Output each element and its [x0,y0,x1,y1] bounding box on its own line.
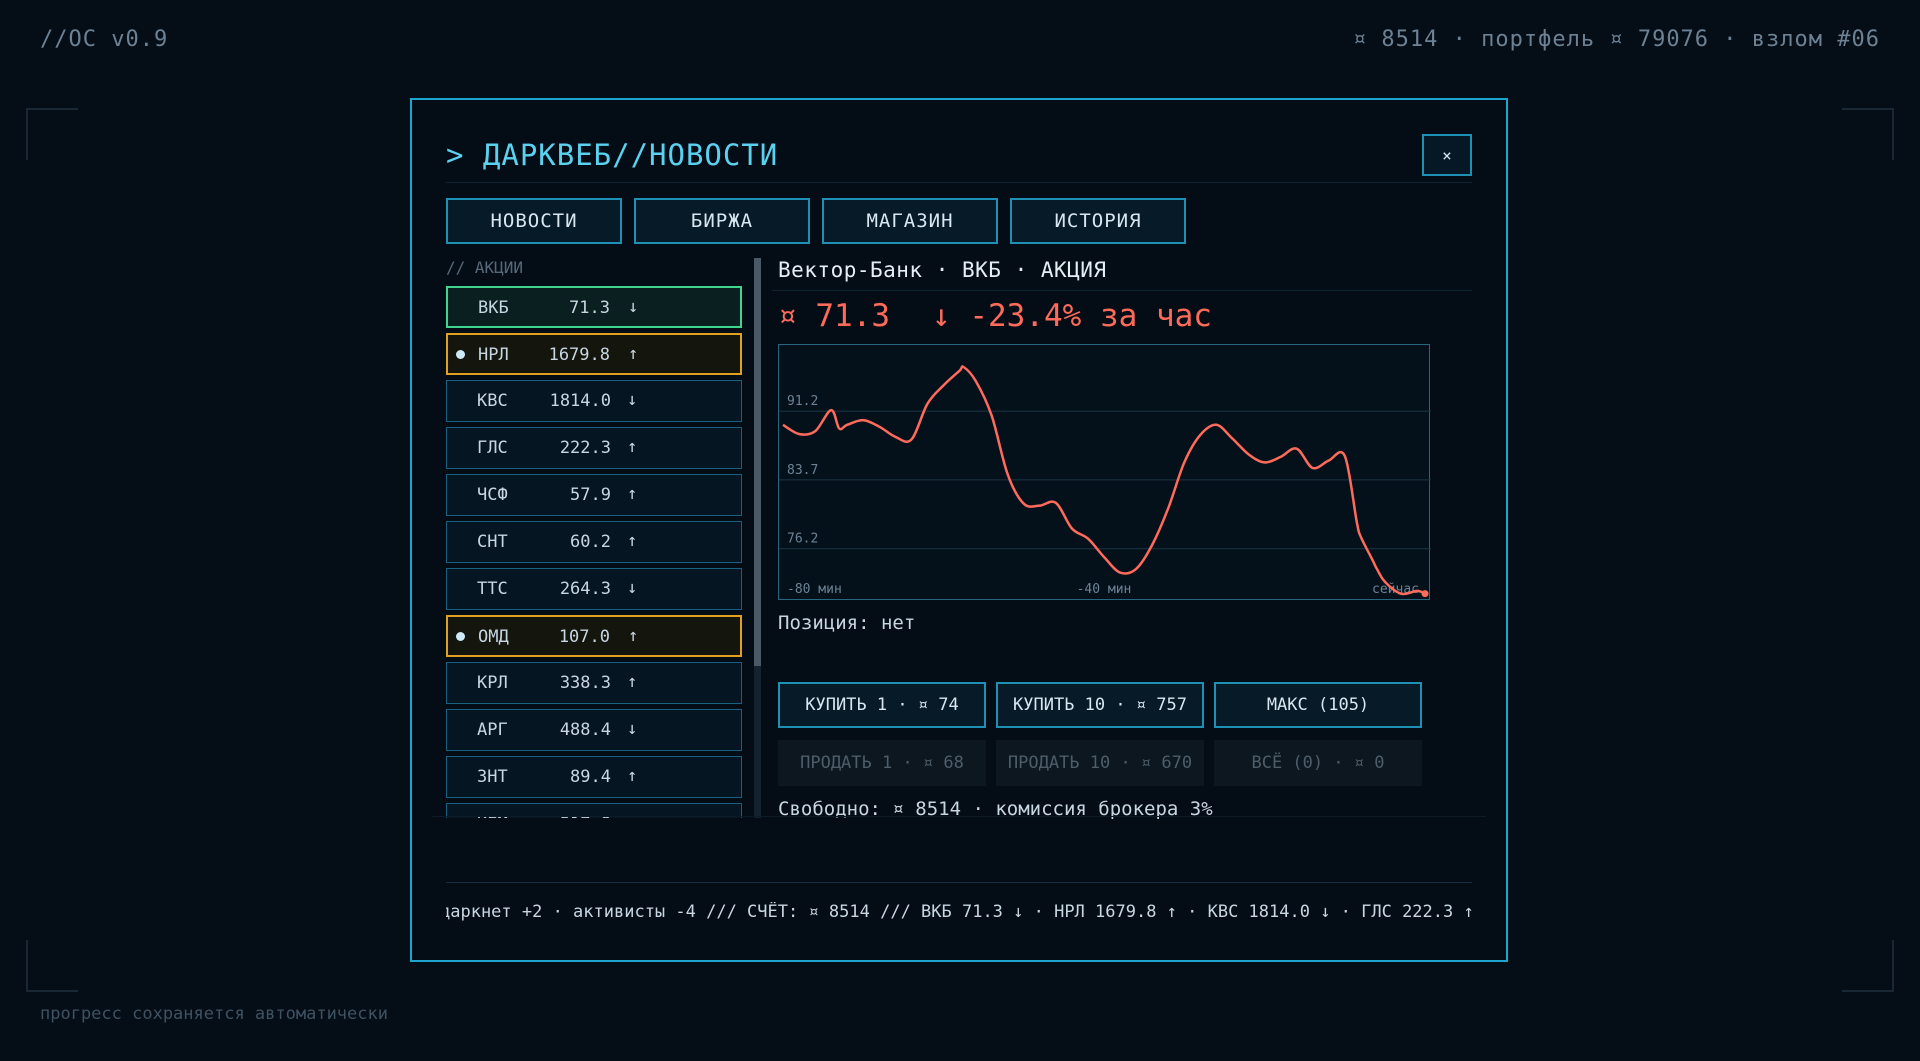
stock-row[interactable]: ГЛС 222.3 ↑ [446,427,742,469]
trend-arrow-icon: ↑ [627,672,638,692]
stock-ticker: ЗНТ [477,767,508,787]
stocks-header: // АКЦИИ [446,258,524,277]
position-text: Позиция: нет [778,612,916,634]
modal-title: > ДАРКВЕБ//НОВОСТИ [446,138,779,172]
stock-ticker: КРЛ [477,673,508,693]
trend-arrow-icon: ↓ [627,578,638,598]
sell-1-button[interactable]: ПРОДАТЬ 1 · ¤ 68 [778,740,986,786]
stock-price: ¤ 71.3 [778,298,890,334]
stock-row-price: 89.4 [570,767,611,787]
stock-row[interactable]: НРЛ 1679.8 ↑ [446,333,742,375]
tab-exchange[interactable]: БИРЖА [634,198,810,244]
panel-divider [432,816,1486,817]
stock-name: Вектор-Банк · ВКБ · АКЦИЯ [778,258,1107,282]
stock-ticker: ОМД [478,627,509,647]
stock-ticker: ЧСФ [477,485,508,505]
stock-ticker: КВС [477,391,508,411]
bg-corner-br [1842,940,1894,992]
trend-arrow-icon: ↓ [627,390,638,410]
stock-row-price: 338.3 [559,673,611,693]
stock-row[interactable]: ЗНТ 89.4 ↑ [446,756,742,798]
ticker-divider [446,882,1472,883]
x-tick-label: -80 мин [787,582,842,597]
bg-corner-tr [1842,108,1894,160]
stock-row[interactable]: ТТС 264.3 ↓ [446,568,742,610]
stock-row[interactable]: АРГ 488.4 ↓ [446,709,742,751]
status-bar: ¤ 8514 · портфель ¤ 79076 · взлом #06 [1352,27,1880,52]
detail-divider [772,290,1472,291]
trend-arrow-icon: ↓ [628,297,639,317]
stock-row-price: 107.0 [558,627,610,647]
stock-row[interactable]: КВС 1814.0 ↓ [446,380,742,422]
stock-change: ↓ -23.4% за час [932,298,1212,334]
stock-row-price: 222.3 [559,438,611,458]
tab-bar: НОВОСТИ БИРЖА МАГАЗИН ИСТОРИЯ [446,198,1186,244]
stock-row-price: 71.3 [569,298,610,318]
y-tick-label: 76.2 [787,532,818,547]
stock-ticker: ТТС [477,579,508,599]
title-divider [446,182,1472,183]
buy-max-button[interactable]: МАКС (105) [1214,682,1422,728]
trend-arrow-icon: ↑ [628,626,639,646]
bg-corner-bl [26,940,78,992]
held-dot-icon [456,632,465,641]
stock-ticker: СНТ [477,532,508,552]
news-ticker-text: даркнет +2 · активисты -4 /// СЧЁТ: ¤ 85… [446,902,1474,922]
sell-all-button[interactable]: ВСЁ (0) · ¤ 0 [1214,740,1422,786]
stock-ticker: ГЛС [477,438,508,458]
held-dot-icon [456,350,465,359]
stock-row-price: 57.9 [570,485,611,505]
buy-1-button[interactable]: КУПИТЬ 1 · ¤ 74 [778,682,986,728]
x-tick-label: сейчас [1372,582,1419,597]
stock-row-price: 264.3 [559,579,611,599]
close-button[interactable]: × [1422,134,1472,176]
buy-10-button[interactable]: КУПИТЬ 10 · ¤ 757 [996,682,1204,728]
trend-arrow-icon: ↑ [627,531,638,551]
trend-arrow-icon: ↑ [627,437,638,457]
stock-row[interactable]: ЧСФ 57.9 ↑ [446,474,742,516]
stock-row[interactable]: ОМД 107.0 ↑ [446,615,742,657]
autosave-note: прогресс сохраняется автоматически [40,1004,388,1024]
tab-news[interactable]: НОВОСТИ [446,198,622,244]
stock-row-price: 1679.8 [548,345,610,365]
stock-row-price: 1814.0 [549,391,611,411]
tab-history[interactable]: ИСТОРИЯ [1010,198,1186,244]
darkweb-modal: > ДАРКВЕБ//НОВОСТИ × НОВОСТИ БИРЖА МАГАЗ… [410,98,1508,962]
news-ticker: даркнет +2 · активисты -4 /// СЧЁТ: ¤ 85… [446,902,1476,928]
trend-arrow-icon: ↑ [627,484,638,504]
stock-row-price: 488.4 [559,720,611,740]
sell-10-button[interactable]: ПРОДАТЬ 10 · ¤ 670 [996,740,1204,786]
stock-list-scrollbar[interactable] [754,258,761,818]
stock-row[interactable]: СНТ 60.2 ↑ [446,521,742,563]
os-label: //ОС v0.9 [40,27,169,52]
stock-ticker: НРЛ [478,345,509,365]
x-tick-label: -40 мин [1077,582,1132,597]
stock-ticker: АРГ [477,720,508,740]
stock-list: ВКБ 71.3 ↓ НРЛ 1679.8 ↑ КВС 1814.0 ↓ ГЛС 222.3 ↑ ЧСФ… [446,286,742,818]
stock-ticker: ВКБ [478,298,509,318]
price-chart-svg: 91.2 83.7 76.2 -80 мин -40 мин сейчас [779,365,1431,598]
stock-row-price: 60.2 [570,532,611,552]
trend-arrow-icon: ↑ [628,344,639,364]
scrollbar-thumb[interactable] [754,258,761,666]
stock-row[interactable]: ВКБ 71.3 ↓ [446,286,742,328]
bg-corner-tl [26,108,78,160]
y-tick-label: 91.2 [787,394,818,409]
trend-arrow-icon: ↑ [627,766,638,786]
y-tick-label: 83.7 [787,463,818,478]
price-chart: 91.2 83.7 76.2 -80 мин -40 мин сейчас [778,344,1431,600]
trend-arrow-icon: ↓ [627,719,638,739]
stock-row[interactable]: КРЛ 338.3 ↑ [446,662,742,704]
last-price-point [1421,590,1429,598]
tab-shop[interactable]: МАГАЗИН [822,198,998,244]
